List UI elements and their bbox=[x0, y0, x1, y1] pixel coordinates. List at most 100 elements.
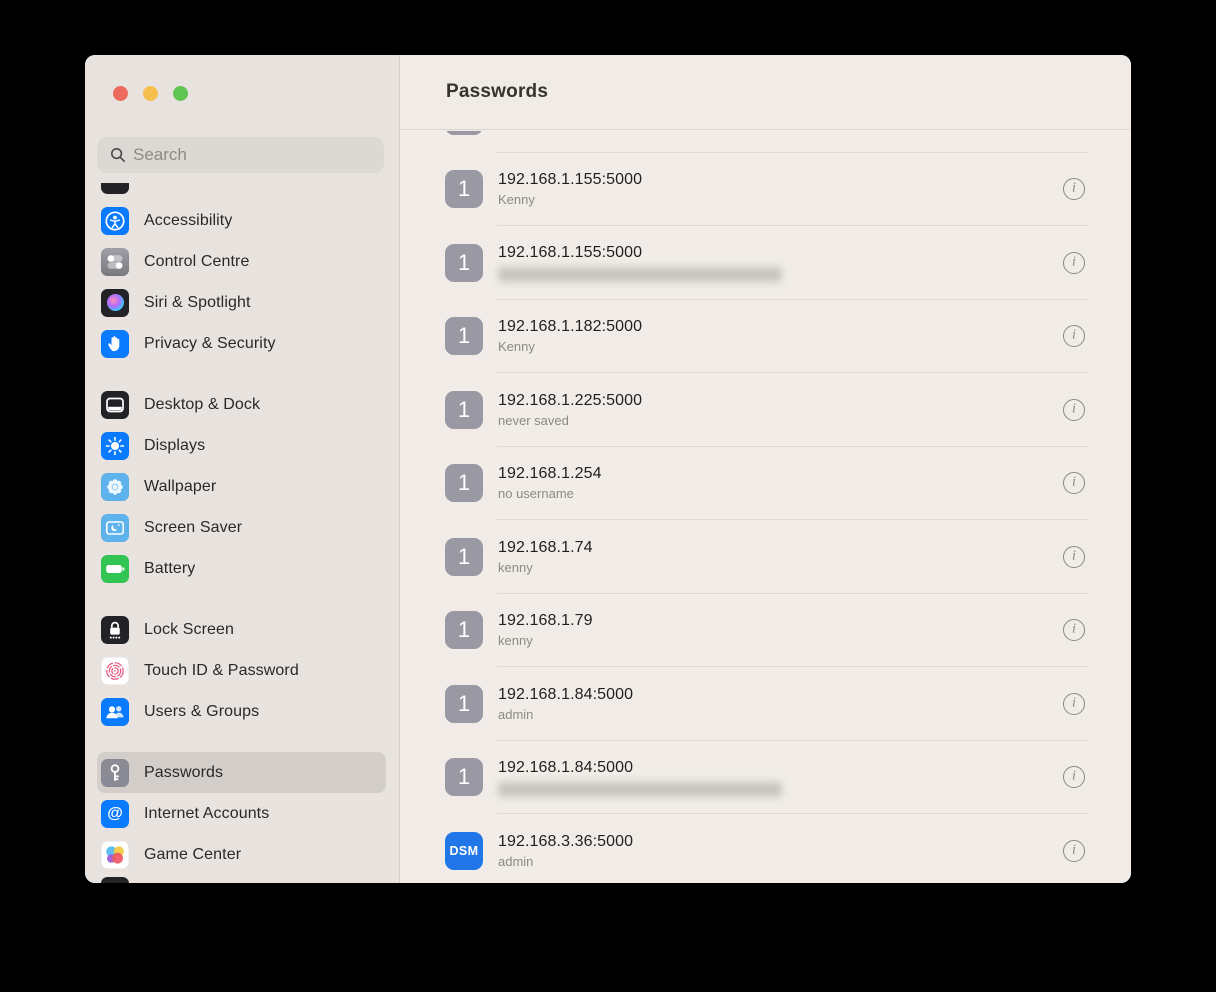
sidebar-item-label: Control Centre bbox=[144, 253, 249, 271]
control-centre-icon bbox=[101, 248, 129, 276]
site-title: 192.168.1.182:5000 bbox=[498, 317, 642, 337]
wallet-icon bbox=[101, 877, 129, 883]
sidebar-item-touch-id[interactable]: Touch ID & Password bbox=[97, 650, 386, 691]
sidebar-item-displays[interactable]: Displays bbox=[97, 425, 386, 466]
sidebar-item-partial-bottom[interactable] bbox=[97, 875, 386, 883]
password-row[interactable]: 1 192.168.1.155:5000 i bbox=[401, 226, 1131, 300]
wallpaper-icon bbox=[101, 473, 129, 501]
privacy-security-icon bbox=[101, 330, 129, 358]
account-icon: 1 bbox=[445, 538, 483, 576]
site-title: 192.168.1.155:5000 bbox=[498, 243, 782, 263]
sidebar-item-privacy-security[interactable]: Privacy & Security bbox=[97, 323, 386, 364]
info-button[interactable]: i bbox=[1063, 399, 1085, 421]
sidebar-item-wallpaper[interactable]: Wallpaper bbox=[97, 466, 386, 507]
account-icon: 1 bbox=[445, 611, 483, 649]
sidebar-item-label: Wallpaper bbox=[144, 478, 216, 496]
sidebar-item-battery[interactable]: Battery bbox=[97, 548, 386, 589]
info-icon: i bbox=[1072, 255, 1076, 269]
sidebar-item-lock-screen[interactable]: Lock Screen bbox=[97, 609, 386, 650]
sidebar-item-label: Displays bbox=[144, 437, 205, 455]
info-button[interactable]: i bbox=[1063, 840, 1085, 862]
sidebar-item-users-groups[interactable]: Users & Groups bbox=[97, 691, 386, 732]
sidebar-item-label: Lock Screen bbox=[144, 621, 234, 639]
sidebar-scroll-area[interactable]: Accessibility Control Centre bbox=[85, 183, 398, 883]
username: kenny bbox=[498, 560, 593, 576]
password-row[interactable]: DSM 192.168.3.36:5000 admin i bbox=[401, 814, 1131, 883]
password-row[interactable]: 1 192.168.1.74 kenny i bbox=[401, 520, 1131, 594]
info-button[interactable]: i bbox=[1063, 766, 1085, 788]
sidebar-item-desktop-dock[interactable]: Desktop & Dock bbox=[97, 384, 386, 425]
site-title: 192.168.1.74 bbox=[498, 538, 593, 558]
password-row[interactable]: 1 192.168.1.182:5000 Kenny i bbox=[401, 300, 1131, 374]
info-button[interactable]: i bbox=[1063, 325, 1085, 347]
sidebar-item-partial-top[interactable] bbox=[97, 183, 386, 200]
accessibility-icon bbox=[101, 207, 129, 235]
site-title: 192.168.1.84:5000 bbox=[498, 685, 633, 705]
sidebar-item-label: Accessibility bbox=[144, 212, 232, 230]
account-icon: 1 bbox=[445, 464, 483, 502]
sidebar-item-control-centre[interactable]: Control Centre bbox=[97, 241, 386, 282]
displays-icon bbox=[101, 432, 129, 460]
username: admin bbox=[498, 707, 633, 723]
password-row[interactable]: 1 192.168.1.84:5000 i bbox=[401, 741, 1131, 815]
search-input[interactable] bbox=[133, 145, 374, 165]
search-icon bbox=[110, 147, 126, 163]
dsm-icon: DSM bbox=[445, 832, 483, 870]
sidebar-item-screen-saver[interactable]: Screen Saver bbox=[97, 507, 386, 548]
sidebar-item-label: Desktop & Dock bbox=[144, 396, 260, 414]
info-icon: i bbox=[1072, 402, 1076, 416]
internet-accounts-icon: @ bbox=[101, 800, 129, 828]
username: Kenny bbox=[498, 192, 642, 208]
passwords-scroll-area[interactable]: 1 192.168.1.155:5000 Kenny i 1 192.168.1… bbox=[401, 131, 1131, 883]
sidebar-item-game-center[interactable]: Game Center bbox=[97, 834, 386, 875]
info-icon: i bbox=[1072, 476, 1076, 490]
info-button[interactable]: i bbox=[1063, 693, 1085, 715]
touch-id-icon bbox=[101, 657, 129, 685]
minimize-button[interactable] bbox=[143, 86, 158, 101]
site-title: 192.168.1.79 bbox=[498, 611, 593, 631]
info-button[interactable]: i bbox=[1063, 178, 1085, 200]
password-row-partial[interactable] bbox=[401, 131, 1131, 153]
password-row[interactable]: 1 192.168.1.155:5000 Kenny i bbox=[401, 153, 1131, 227]
sidebar-item-label: Touch ID & Password bbox=[144, 662, 299, 680]
zoom-button[interactable] bbox=[173, 86, 188, 101]
info-button[interactable]: i bbox=[1063, 252, 1085, 274]
password-row[interactable]: 1 192.168.1.84:5000 admin i bbox=[401, 667, 1131, 741]
lock-screen-icon bbox=[101, 616, 129, 644]
search-field[interactable] bbox=[97, 137, 384, 173]
account-icon: 1 bbox=[445, 170, 483, 208]
site-title: 192.168.1.254 bbox=[498, 464, 602, 484]
close-button[interactable] bbox=[113, 86, 128, 101]
sidebar-item-label: Privacy & Security bbox=[144, 335, 276, 353]
battery-icon bbox=[101, 555, 129, 583]
password-row[interactable]: 1 192.168.1.79 kenny i bbox=[401, 594, 1131, 668]
sidebar-item-label: Passwords bbox=[144, 764, 223, 782]
sidebar-item-label: Internet Accounts bbox=[144, 805, 269, 823]
redacted-username bbox=[498, 267, 782, 282]
content-header: Passwords bbox=[401, 55, 1131, 130]
desktop-dock-icon bbox=[101, 391, 129, 419]
info-button[interactable]: i bbox=[1063, 619, 1085, 641]
sidebar-item-internet-accounts[interactable]: @ Internet Accounts bbox=[97, 793, 386, 834]
sidebar-item-accessibility[interactable]: Accessibility bbox=[97, 200, 386, 241]
content-pane: Passwords 1 192.168.1.155:5000 Kenny i bbox=[401, 55, 1131, 883]
redacted-username bbox=[498, 782, 782, 797]
info-button[interactable]: i bbox=[1063, 472, 1085, 494]
sidebar-item-label: Siri & Spotlight bbox=[144, 294, 251, 312]
info-icon: i bbox=[1072, 770, 1076, 784]
site-title: 192.168.1.155:5000 bbox=[498, 170, 642, 190]
sidebar-item-label: Users & Groups bbox=[144, 703, 259, 721]
username: no username bbox=[498, 486, 602, 502]
info-button[interactable]: i bbox=[1063, 546, 1085, 568]
sidebar-item-siri-spotlight[interactable]: Siri & Spotlight bbox=[97, 282, 386, 323]
sidebar-item-passwords[interactable]: Passwords bbox=[97, 752, 386, 793]
username: kenny bbox=[498, 633, 593, 649]
site-title: 192.168.1.84:5000 bbox=[498, 758, 782, 778]
sidebar-item-label: Screen Saver bbox=[144, 519, 242, 537]
game-center-icon bbox=[101, 841, 129, 869]
info-icon: i bbox=[1072, 182, 1076, 196]
password-row[interactable]: 1 192.168.1.225:5000 never saved i bbox=[401, 373, 1131, 447]
account-icon: 1 bbox=[445, 758, 483, 796]
password-row[interactable]: 1 192.168.1.254 no username i bbox=[401, 447, 1131, 521]
info-icon: i bbox=[1072, 329, 1076, 343]
